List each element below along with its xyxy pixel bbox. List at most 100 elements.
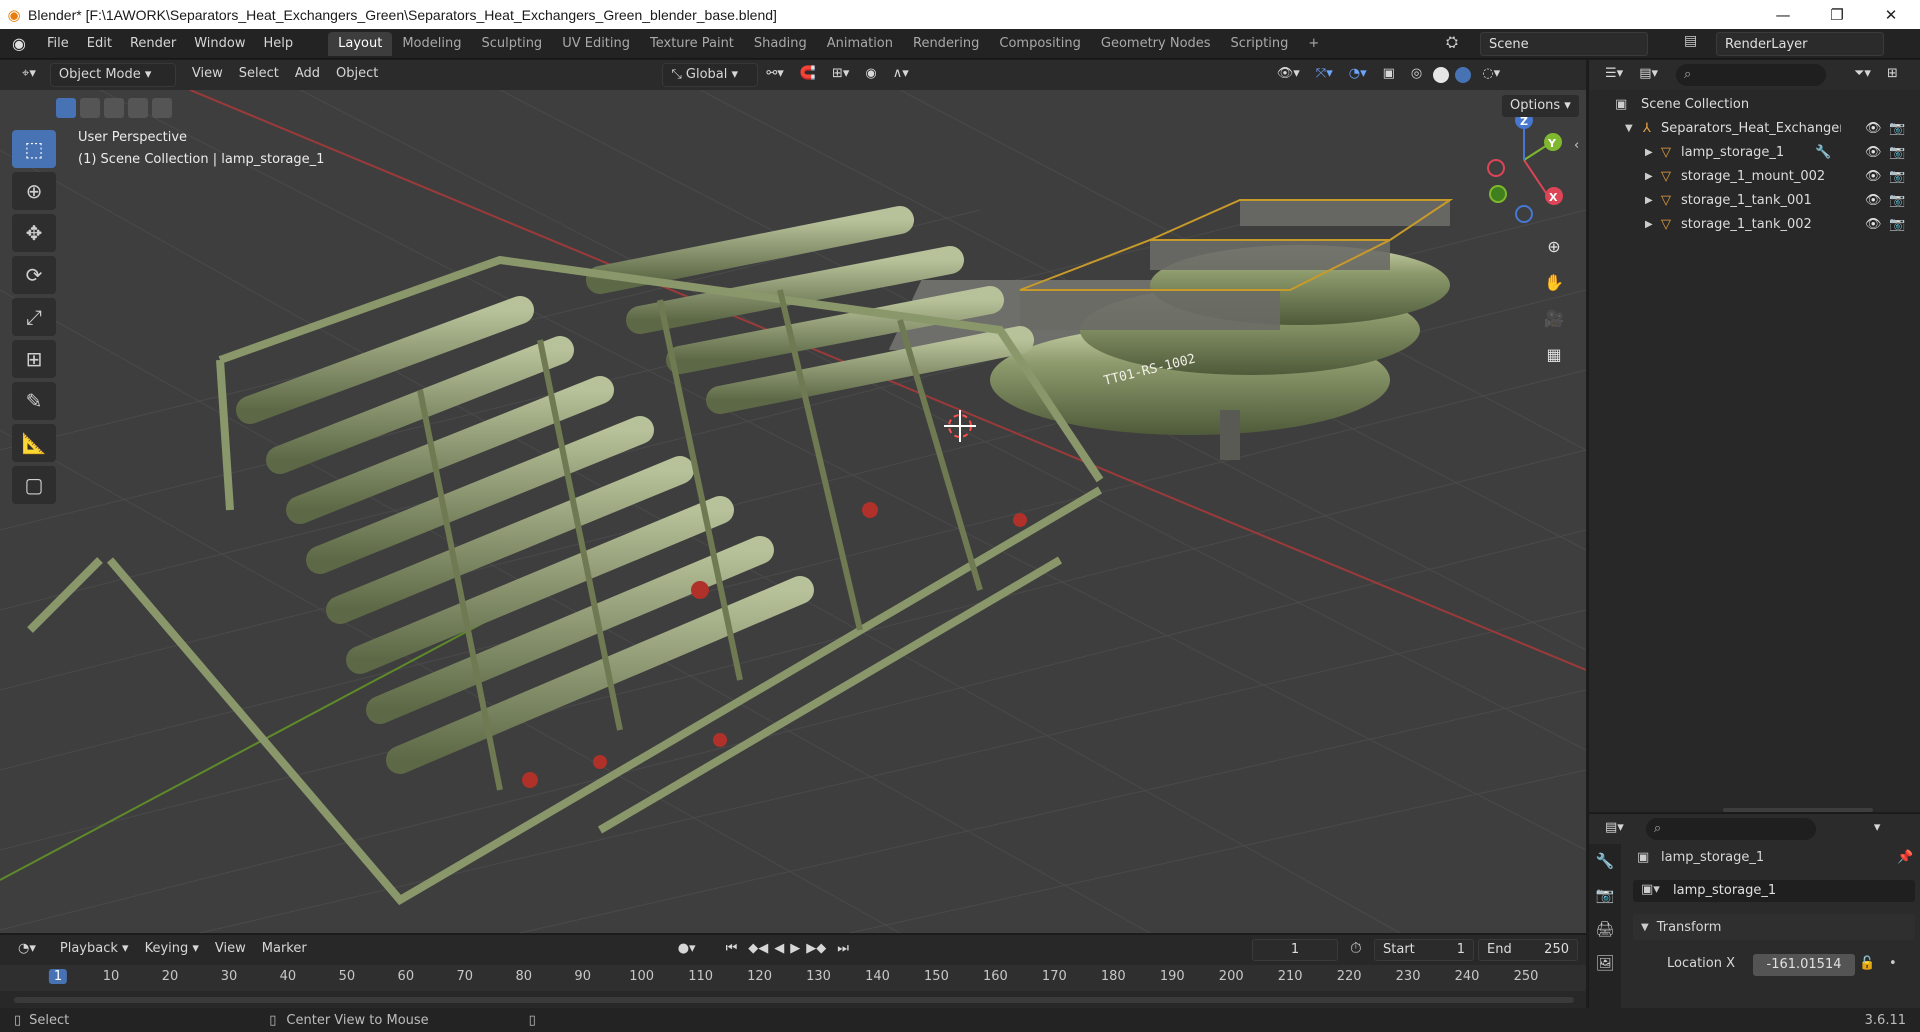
tab-rendering[interactable]: Rendering [903, 32, 989, 56]
blender-menu-icon[interactable]: ◉ [0, 34, 38, 53]
stopwatch-icon[interactable]: ⏱ [1350, 939, 1362, 957]
camera-view-icon[interactable]: 🎥 [1540, 304, 1568, 332]
expand-arrow-icon[interactable]: ▶ [1645, 171, 1653, 182]
tree-row-scene-collection[interactable]: ▣ Scene Collection [1589, 92, 1920, 116]
mode-dropdown[interactable]: Object Mode ▾ [49, 63, 176, 87]
select-subtract-icon[interactable] [104, 98, 124, 118]
expand-arrow-icon[interactable]: ▼ [1625, 123, 1633, 134]
restore-button[interactable]: ❐ [1814, 0, 1860, 29]
frame-ruler[interactable]: 1 10 20 30 40 50 60 70 80 90 100 110 120 130 140 150 160… [0, 965, 1586, 991]
pivot-point-icon[interactable]: ⚯▾ [758, 63, 791, 87]
zoom-icon[interactable]: ⊕ [1540, 232, 1568, 260]
annotate-tool-icon[interactable]: ✎ [12, 382, 56, 420]
tab-layout[interactable]: Layout [328, 31, 393, 56]
cursor-tool-icon[interactable]: ⊕ [12, 172, 56, 210]
snap-icon[interactable]: 🧲 [792, 63, 824, 87]
panel-collapse-icon[interactable]: ▼ [1641, 922, 1649, 933]
location-x-field[interactable]: -161.01514 [1753, 954, 1855, 976]
current-frame-field[interactable]: 1 [1252, 939, 1338, 961]
menu-file[interactable]: File [38, 32, 78, 56]
overlay-toggle-icon[interactable]: ◔▾ [1341, 63, 1375, 87]
visibility-eye-icon[interactable]: 👁 [1865, 169, 1882, 184]
tab-modeling[interactable]: Modeling [392, 32, 471, 56]
tab-sculpting[interactable]: Sculpting [471, 32, 552, 56]
tab-shading[interactable]: Shading [744, 32, 817, 56]
menu-help[interactable]: Help [255, 32, 303, 56]
visibility-eye-icon[interactable]: 👁 [1865, 217, 1882, 232]
menu-add[interactable]: Add [287, 63, 328, 87]
next-keyframe-icon[interactable]: ▶◆ [803, 938, 829, 962]
render-tab-icon[interactable]: 📷 [1589, 878, 1621, 912]
tree-row-object[interactable]: ▶ ▽ lamp_storage_1 🔧 👁 📷 [1589, 140, 1920, 164]
menu-keying[interactable]: Keying ▾ [137, 938, 207, 962]
visibility-eye-icon[interactable]: 👁 [1865, 193, 1882, 208]
menu-view[interactable]: View [184, 63, 231, 87]
object-name-field[interactable]: lamp_storage_1 [1633, 880, 1915, 902]
output-tab-icon[interactable]: 🖨 [1589, 912, 1621, 946]
timeline-editor-type-icon[interactable]: ◔▾ [10, 938, 44, 962]
expand-arrow-icon[interactable]: ▶ [1645, 219, 1653, 230]
menu-select[interactable]: Select [231, 63, 287, 87]
transform-orientation-dropdown[interactable]: ⤡ Global ▾ [662, 63, 759, 87]
orthographic-grid-icon[interactable]: ▦ [1540, 340, 1568, 368]
transform-tool-icon[interactable]: ⊞ [12, 340, 56, 378]
render-camera-icon[interactable]: 📷 [1889, 217, 1905, 232]
properties-options-icon[interactable]: ▾ [1866, 817, 1889, 841]
measure-tool-icon[interactable]: 📐 [12, 424, 56, 462]
wireframe-shading-icon[interactable]: ◎ [1403, 63, 1430, 87]
new-collection-icon[interactable]: ⊞ [1879, 63, 1906, 87]
keyframe-dot-icon[interactable]: • [1889, 956, 1897, 971]
proportional-edit-icon[interactable]: ◉ [857, 63, 884, 87]
gizmo-toggle-icon[interactable]: ⤧▾ [1308, 63, 1341, 87]
menu-timeline-view[interactable]: View [207, 938, 254, 962]
tool-tab-icon[interactable]: 🔧 [1589, 844, 1621, 878]
tab-animation[interactable]: Animation [817, 32, 903, 56]
xray-icon[interactable]: ▣ [1375, 63, 1403, 87]
snap-target-icon[interactable]: ⊞▾ [824, 63, 857, 87]
rotate-tool-icon[interactable]: ⟳ [12, 256, 56, 294]
visibility-eye-icon[interactable]: 👁 [1865, 121, 1882, 136]
tree-row-object[interactable]: ▶ ▽ storage_1_tank_002 👁 📷 [1589, 212, 1920, 236]
jump-end-icon[interactable]: ⏭ [829, 938, 857, 962]
render-camera-icon[interactable]: 📷 [1889, 145, 1905, 160]
tab-texture-paint[interactable]: Texture Paint [640, 32, 744, 56]
lock-icon[interactable]: 🔓 [1859, 956, 1875, 971]
menu-window[interactable]: Window [185, 32, 254, 56]
select-invert-icon[interactable] [128, 98, 148, 118]
gizmo-y-label[interactable]: Y [1547, 137, 1557, 150]
add-workspace-icon[interactable]: + [1298, 32, 1329, 56]
select-intersect-icon[interactable] [152, 98, 172, 118]
end-frame-field[interactable]: End 250 [1478, 939, 1578, 961]
menu-edit[interactable]: Edit [78, 32, 121, 56]
play-reverse-icon[interactable]: ◀ [771, 938, 787, 962]
scene-icon[interactable]: ⛭ [1446, 33, 1458, 51]
outliner-editor-type-icon[interactable]: ☰▾ [1597, 63, 1631, 87]
timeline-scrollbar[interactable] [14, 997, 1574, 1003]
minimize-button[interactable]: — [1760, 0, 1806, 29]
scale-tool-icon[interactable]: ⤢ [12, 298, 56, 336]
tree-row-object[interactable]: ▶ ▽ storage_1_tank_001 👁 📷 [1589, 188, 1920, 212]
outliner-search-input[interactable]: ⌕ [1676, 64, 1826, 86]
filter-icon[interactable]: ⏷▾ [1846, 63, 1879, 87]
properties-search-input[interactable]: ⌕ [1645, 818, 1816, 840]
play-icon[interactable]: ▶ [787, 938, 803, 962]
visibility-icon[interactable]: 👁▾ [1269, 63, 1308, 87]
properties-editor-type-icon[interactable]: ▤▾ [1597, 817, 1632, 841]
modifier-wrench-icon[interactable]: 🔧 [1815, 145, 1831, 160]
tree-row-object[interactable]: ▶ ▽ storage_1_mount_002 👁 📷 [1589, 164, 1920, 188]
select-box-tool-icon[interactable]: ⬚ [12, 130, 56, 168]
tab-geometry-nodes[interactable]: Geometry Nodes [1091, 32, 1221, 56]
sidebar-toggle-icon[interactable]: ‹ [1574, 138, 1579, 153]
transform-panel-header[interactable]: ▼ Transform [1633, 914, 1915, 940]
jump-start-icon[interactable]: ⏮ [718, 938, 746, 962]
3d-viewport[interactable]: TT01-RS-1002 X Y Z User Perspective (1) … [0, 90, 1586, 933]
tab-compositing[interactable]: Compositing [989, 32, 1091, 56]
move-tool-icon[interactable]: ✥ [12, 214, 56, 252]
falloff-icon[interactable]: ∧▾ [885, 63, 917, 87]
menu-playback[interactable]: Playback ▾ [52, 938, 137, 962]
visibility-eye-icon[interactable]: 👁 [1865, 145, 1882, 160]
editor-type-icon[interactable]: ⌖▾ [14, 63, 44, 87]
menu-object[interactable]: Object [328, 63, 386, 87]
tab-scripting[interactable]: Scripting [1221, 32, 1299, 56]
scene-selector[interactable]: Scene [1480, 32, 1648, 56]
